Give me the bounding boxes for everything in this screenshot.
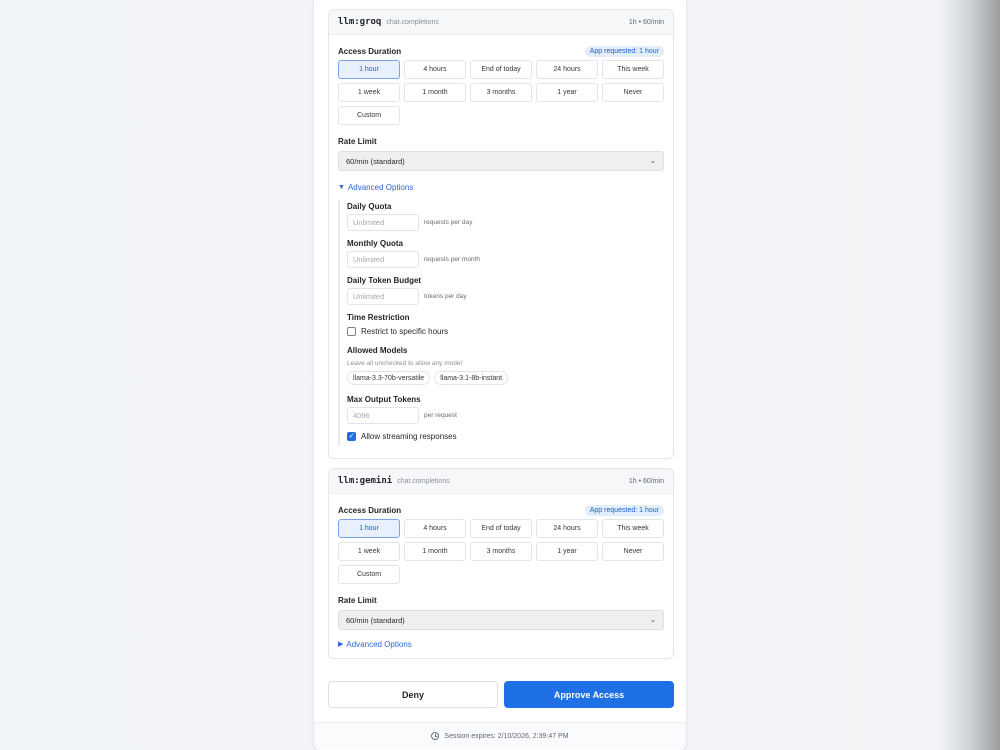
allowed-models-hint: Leave all unchecked to allow any model [347,359,462,367]
chevron-down-icon: ⌄ [650,617,656,624]
requested-badge: App requested: 1 hour [584,45,664,57]
duration-option-1-month[interactable]: 1 month [404,542,466,561]
advanced-options-toggle[interactable]: ▶ Advanced Options [338,637,664,651]
rate-limit-select[interactable]: 60/min (standard) ⌄ [338,151,664,171]
duration-option-custom[interactable]: Custom [338,565,400,584]
max-output-input[interactable]: 4096 [347,407,419,424]
time-restriction-checkbox-label: Restrict to specific hours [361,326,449,336]
model-chip-llama-8b[interactable]: llama-3.1-8b-instant [434,371,509,385]
duration-option-this-week[interactable]: This week [602,519,664,538]
session-expires-text: Session expires: 2/10/2026, 2:39:47 PM [444,732,569,740]
duration-option-custom[interactable]: Custom [338,106,400,125]
daily-quota-suffix: requests per day [424,219,473,226]
requested-badge: App requested: 1 hour [584,504,664,516]
service-card-body: Access Duration App requested: 1 hour 1 … [329,44,673,446]
time-restriction-checkbox[interactable] [347,326,356,336]
service-card-groq: llm:groq chat.completions 1h • 60/min Ac… [328,9,674,459]
caret-down-icon: ▼ [338,183,345,191]
monthly-quota-suffix: requests per month [424,256,481,263]
duration-option-never[interactable]: Never [602,542,664,561]
monthly-quota-input[interactable]: Unlimited [347,251,419,268]
rate-limit-label: Rate Limit [338,595,377,605]
streaming-checkbox-label: Allow streaming responses [361,431,457,441]
rate-limit-value: 60/min (standard) [346,156,405,166]
duration-option-24-hours[interactable]: 24 hours [536,519,598,538]
advanced-options-label: Advanced Options [346,639,412,649]
rate-limit-select[interactable]: 60/min (standard) ⌄ [338,610,664,630]
time-restriction-label: Time Restriction [347,312,410,322]
token-budget-input[interactable]: Unlimited [347,288,419,305]
max-output-suffix: per request [424,412,457,419]
allowed-models-label: Allowed Models [347,345,408,355]
approve-access-button[interactable]: Approve Access [504,681,674,708]
streaming-checkbox[interactable]: ✓ [347,431,356,441]
duration-option-1-year[interactable]: 1 year [536,542,598,561]
service-operation: chat.completions [397,477,450,485]
model-chip-llama-70b[interactable]: llama-3.3-70b-versatile [347,371,431,385]
advanced-options-label: Advanced Options [347,182,414,192]
service-card-header: llm:groq chat.completions 1h • 60/min [329,10,673,35]
duration-option-4-hours[interactable]: 4 hours [404,60,466,79]
duration-option-end-of-today[interactable]: End of today [470,519,532,538]
streaming-option[interactable]: ✓ Allow streaming responses [347,430,664,442]
session-footer: Session expires: 2/10/2026, 2:39:47 PM [314,722,686,749]
duration-options: 1 hour 4 hours End of today 24 hours This we… [338,60,664,125]
service-rate-summary: 1h • 60/min [628,477,664,485]
max-output-label: Max Output Tokens [347,394,421,404]
service-name: llm:gemini [338,476,393,486]
service-name: llm:groq [338,17,382,27]
clock-icon [431,732,440,740]
deny-button[interactable]: Deny [328,681,498,708]
duration-option-1-week[interactable]: 1 week [338,83,400,102]
duration-option-1-hour[interactable]: 1 hour [338,519,400,538]
duration-option-1-month[interactable]: 1 month [404,83,466,102]
access-duration-label: Access Duration [338,505,402,515]
duration-option-3-months[interactable]: 3 months [470,542,532,561]
advanced-options-panel: Daily Quota Unlimited requests per day M… [338,200,664,446]
duration-option-1-year[interactable]: 1 year [536,83,598,102]
advanced-options-toggle[interactable]: ▼ Advanced Options [338,180,664,194]
token-budget-label: Daily Token Budget [347,275,422,285]
service-operation: chat.completions [386,18,439,26]
access-duration-label: Access Duration [338,46,402,56]
caret-right-icon: ▶ [338,641,344,648]
approval-panel: llm:groq chat.completions 1h • 60/min Ac… [313,0,687,750]
duration-option-1-week[interactable]: 1 week [338,542,400,561]
service-card-header: llm:gemini chat.completions 1h • 60/min [329,469,673,494]
duration-option-24-hours[interactable]: 24 hours [536,60,598,79]
duration-options: 1 hour 4 hours End of today 24 hours This we… [338,519,664,584]
rate-limit-value: 60/min (standard) [346,615,405,625]
rate-limit-label: Rate Limit [338,136,377,146]
duration-option-3-months[interactable]: 3 months [470,83,532,102]
duration-option-never[interactable]: Never [602,83,664,102]
allowed-models-list: llama-3.3-70b-versatile llama-3.1-8b-ins… [347,371,664,385]
time-restriction-option[interactable]: Restrict to specific hours [347,325,664,337]
action-bar: Deny Approve Access [328,681,674,708]
service-card-body: Access Duration App requested: 1 hour 1 … [329,503,673,651]
duration-option-1-hour[interactable]: 1 hour [338,60,400,79]
duration-option-this-week[interactable]: This week [602,60,664,79]
monthly-quota-label: Monthly Quota [347,238,403,248]
token-budget-suffix: tokens per day [424,293,467,300]
chevron-down-icon: ⌄ [650,158,656,165]
daily-quota-input[interactable]: Unlimited [347,214,419,231]
service-rate-summary: 1h • 60/min [628,18,664,26]
service-card-gemini: llm:gemini chat.completions 1h • 60/min … [328,468,674,659]
duration-option-4-hours[interactable]: 4 hours [404,519,466,538]
duration-option-end-of-today[interactable]: End of today [470,60,532,79]
daily-quota-label: Daily Quota [347,201,392,211]
